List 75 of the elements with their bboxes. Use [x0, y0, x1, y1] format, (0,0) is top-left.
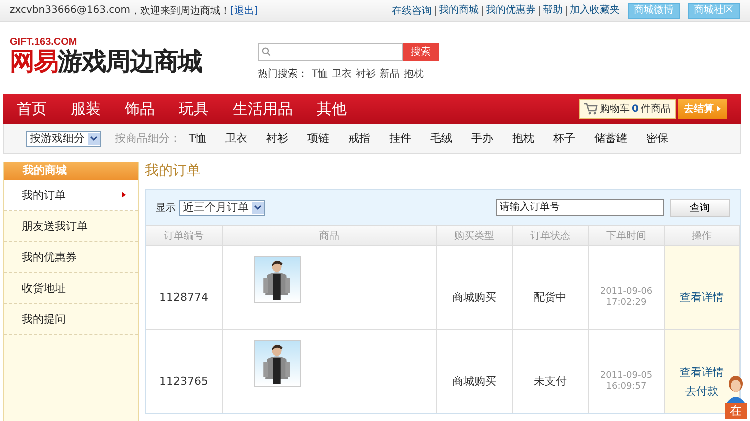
- hot-search-link[interactable]: T恤: [312, 67, 328, 81]
- category-link[interactable]: 项链: [308, 131, 330, 146]
- column-header: 操作: [665, 225, 740, 245]
- filter-label: 显示: [156, 202, 176, 214]
- category-link[interactable]: 衬衫: [266, 131, 289, 146]
- game-select[interactable]: 按游戏细分: [26, 130, 101, 146]
- logo-url: GIFT.163.COM: [10, 36, 78, 48]
- order-number: 1123765: [160, 375, 208, 388]
- search-icon: [262, 47, 272, 57]
- sidebar-item[interactable]: 我的提问: [4, 304, 138, 335]
- category-link[interactable]: T恤: [189, 131, 207, 146]
- arrow-icon: [717, 106, 721, 112]
- nav-item[interactable]: 饰品: [125, 100, 155, 118]
- dropdown-icon: [252, 202, 264, 214]
- search-field[interactable]: [258, 43, 403, 61]
- category-link[interactable]: 杯子: [554, 131, 576, 146]
- top-link[interactable]: 帮助: [539, 6, 563, 16]
- period-select[interactable]: 近三个月订单: [179, 200, 265, 216]
- top-link[interactable]: 加入收藏夹: [566, 6, 620, 16]
- order-action-link[interactable]: 去付款: [686, 384, 718, 398]
- online-support-tab[interactable]: 在: [725, 403, 747, 419]
- nav-item[interactable]: 服装: [71, 100, 101, 118]
- category-link[interactable]: 挂件: [390, 131, 412, 146]
- column-header: 下单时间: [589, 225, 665, 245]
- category-link[interactable]: 戒指: [348, 131, 371, 146]
- order-status: 未支付: [534, 374, 567, 389]
- hot-search-link[interactable]: 抱枕: [404, 67, 424, 81]
- column-header: 商品: [223, 225, 437, 245]
- hot-search-link[interactable]: 衬衫: [356, 67, 376, 81]
- order-action-link[interactable]: 查看详情: [680, 290, 724, 305]
- sidebar-item[interactable]: 收货地址: [4, 273, 138, 304]
- logout-link[interactable]: [退出]: [230, 4, 258, 18]
- arrow-icon: [122, 192, 126, 198]
- sidebar-item[interactable]: 朋友送我订单: [4, 211, 138, 242]
- purchase-type: 商城购买: [452, 290, 496, 305]
- category-link[interactable]: 密保: [646, 131, 669, 146]
- column-header: 购买类型: [437, 225, 513, 245]
- order-action-link[interactable]: 查看详情: [680, 364, 724, 380]
- order-status: 配货中: [534, 290, 567, 305]
- order-time: 2011-09-06 17:02:29: [600, 286, 653, 308]
- user-email: zxcvbn33666@163.com: [10, 5, 131, 16]
- support-agent-icon: [725, 375, 747, 403]
- welcome-text: ，欢迎来到周边商城！: [130, 4, 231, 18]
- top-link[interactable]: 我的商城: [435, 6, 479, 16]
- sidebar-title: 我的商城: [4, 162, 138, 180]
- nav-item[interactable]: 其他: [317, 100, 347, 118]
- nav-item[interactable]: 首页: [17, 100, 47, 118]
- category-link[interactable]: 储蓄罐: [594, 131, 628, 146]
- top-link[interactable]: 我的优惠券: [482, 6, 536, 16]
- nav-item[interactable]: 生活用品: [233, 100, 293, 118]
- query-button[interactable]: 查询: [670, 198, 730, 216]
- category-link[interactable]: 抱枕: [512, 131, 535, 146]
- page-title: 我的订单: [145, 162, 202, 181]
- sidebar-item[interactable]: 我的订单: [4, 180, 138, 211]
- dropdown-icon: [88, 132, 100, 144]
- hot-search-link[interactable]: 卫衣: [332, 67, 352, 81]
- order-number: 1128774: [160, 291, 208, 304]
- cart-icon: [584, 103, 598, 115]
- logo[interactable]: 网易游戏周边商城: [10, 48, 224, 76]
- cart-button[interactable]: 购物车 0 件商品: [579, 99, 676, 119]
- category-link[interactable]: 毛绒: [430, 131, 453, 146]
- top-link[interactable]: 在线咨询: [392, 4, 432, 18]
- nav-item[interactable]: 玩具: [179, 100, 209, 118]
- sidebar-item[interactable]: 我的优惠券: [4, 242, 138, 273]
- hot-search-link[interactable]: 新品: [380, 67, 400, 81]
- category-link[interactable]: 手办: [472, 131, 494, 146]
- purchase-type: 商城购买: [452, 374, 496, 389]
- search-button[interactable]: 搜索: [403, 43, 439, 61]
- order-time: 2011-09-05 16:09:57: [600, 370, 653, 392]
- category-label: 按商品细分：: [115, 131, 181, 146]
- category-link[interactable]: 卫衣: [226, 131, 248, 146]
- order-number-field[interactable]: 请输入订单号: [496, 199, 664, 216]
- hot-search-label: 热门搜索：: [258, 68, 308, 81]
- column-header: 订单状态: [513, 225, 589, 245]
- column-header: 订单编号: [146, 225, 223, 245]
